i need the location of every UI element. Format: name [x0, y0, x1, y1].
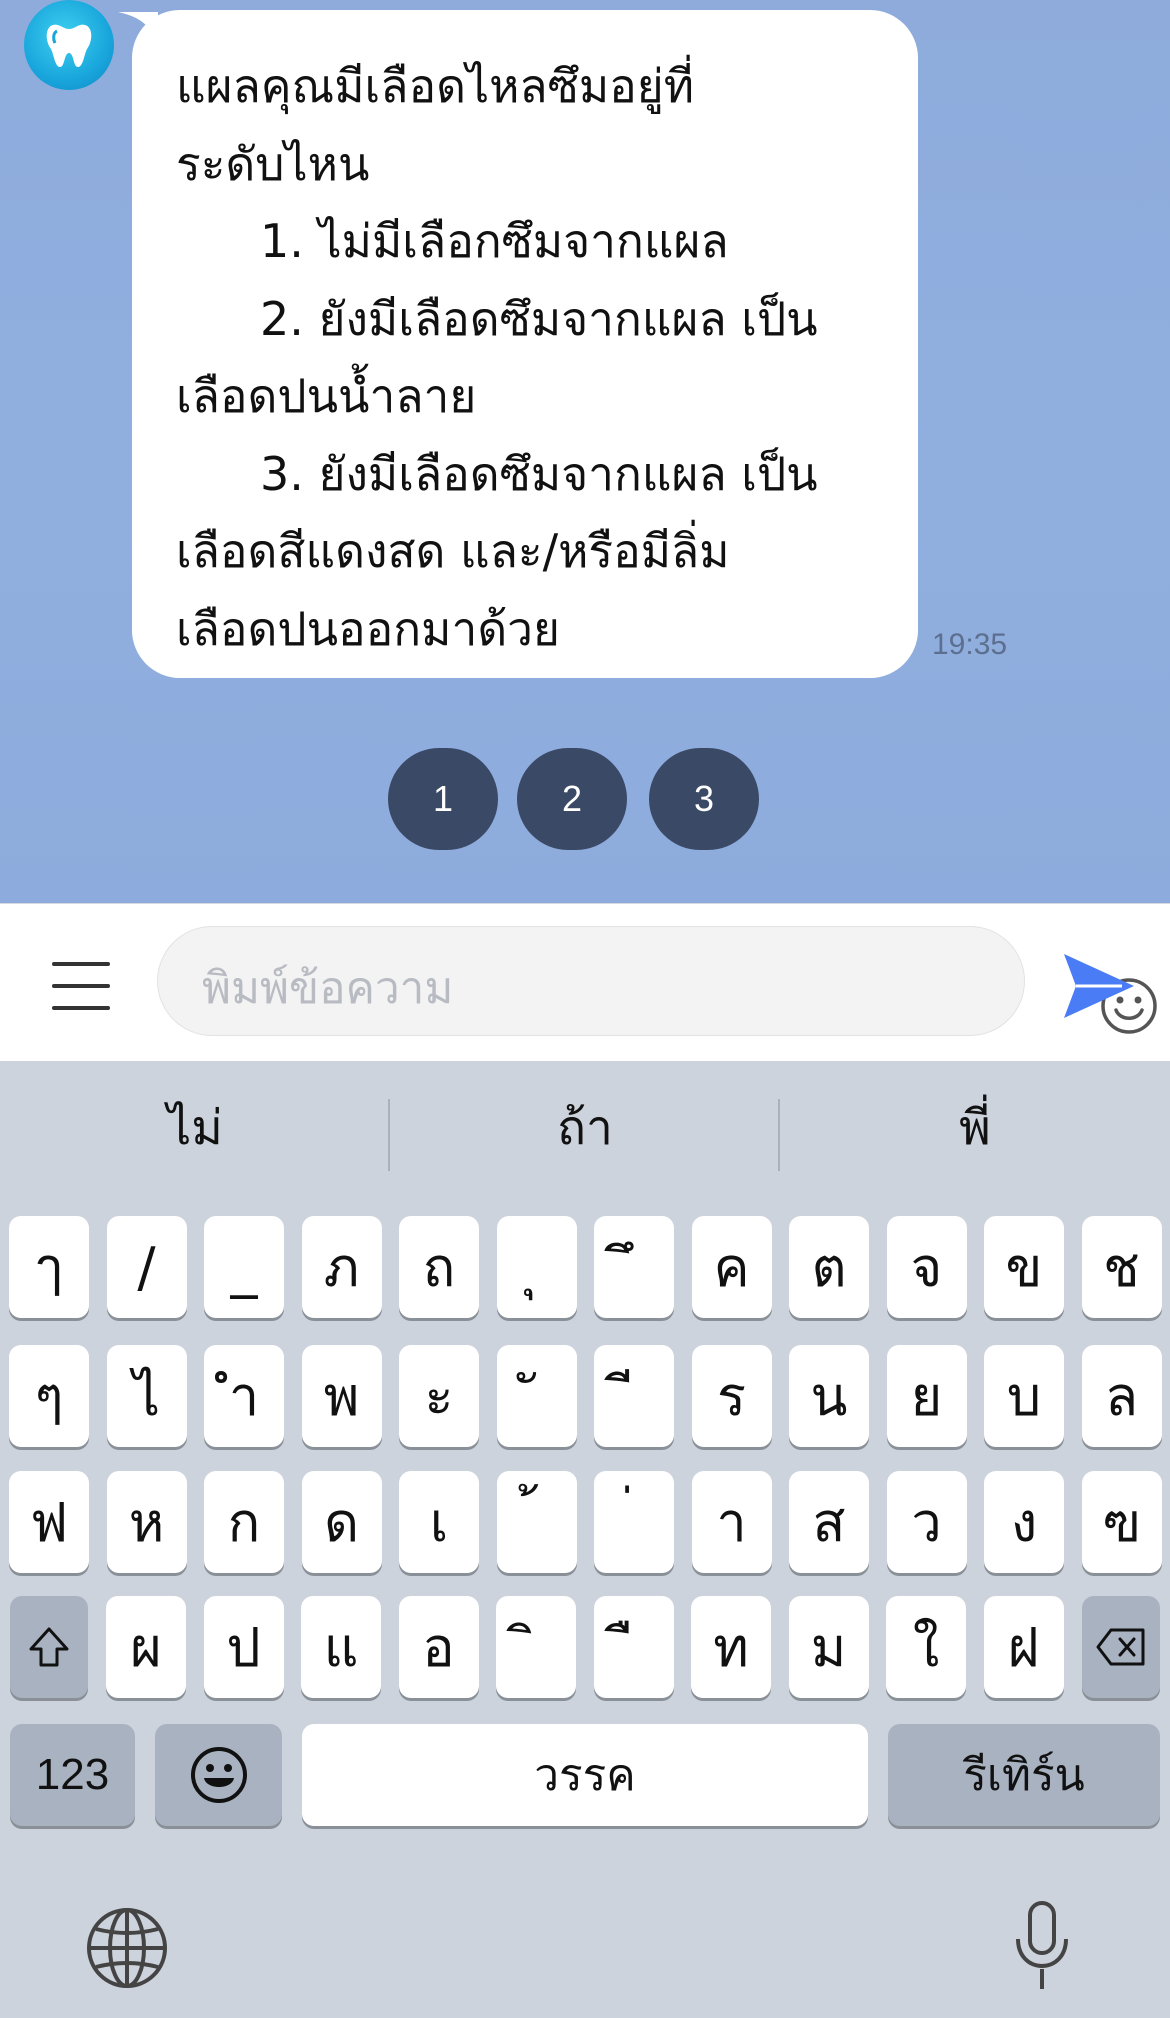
key-row4-8[interactable]: ม [788, 1596, 869, 1698]
key-row4-3[interactable]: แ [301, 1596, 381, 1698]
key-row1-12[interactable]: ช [1081, 1216, 1162, 1318]
microphone-icon[interactable] [1012, 1899, 1072, 1995]
key-row2-6[interactable]: ั [496, 1345, 577, 1447]
message-line: เลือดสีแดงสด และ/หรือมีลิ่ม [176, 524, 730, 578]
key-row1-2[interactable]: / [106, 1216, 187, 1318]
message-line: แผลคุณมีเลือดไหลซึมอยู่ที่ [176, 59, 695, 113]
emoji-face-icon [190, 1747, 247, 1803]
shift-key[interactable] [10, 1596, 88, 1698]
message-line: ระดับไหน [176, 136, 370, 191]
key-row2-1[interactable]: ๆ [9, 1345, 89, 1447]
key-row3-5[interactable]: เ [399, 1471, 479, 1573]
key-row2-10[interactable]: ย [886, 1345, 967, 1447]
key-row1-9[interactable]: ต [789, 1216, 869, 1318]
bot-avatar[interactable] [24, 0, 114, 90]
message-line: 2. ยังมีเลือดซึมจากแผล เป็น [260, 291, 818, 346]
space-key[interactable]: วรรค [302, 1724, 868, 1826]
shift-icon [29, 1627, 69, 1667]
key-row4-2[interactable]: ป [203, 1596, 284, 1698]
suggestion-1[interactable]: ไม่ [0, 1093, 390, 1163]
key-row2-8[interactable]: ร [691, 1345, 772, 1447]
chat-area: แผลคุณมีเลือดไหลซึมอยู่ที่ระดับไหน 1. ไม่… [0, 0, 1170, 903]
key-row4-4[interactable]: อ [398, 1596, 479, 1698]
key-row3-11[interactable]: ง [984, 1471, 1064, 1573]
message-line: 3. ยังมีเลือดซึมจากแผล เป็น [260, 446, 818, 501]
return-key[interactable]: รีเทิร์น [888, 1724, 1160, 1826]
emoji-key[interactable] [155, 1724, 282, 1826]
globe-icon[interactable] [86, 1907, 168, 1989]
key-row2-4[interactable]: พ [301, 1345, 382, 1447]
suggestion-2[interactable]: ถ้า [390, 1093, 780, 1163]
key-row4-6[interactable]: ื [593, 1596, 674, 1698]
message-line: 1. ไม่มีเลือกซึมจากแผล [260, 214, 729, 268]
key-row2-2[interactable]: ไ [106, 1345, 187, 1447]
key-row2-12[interactable]: ล [1081, 1345, 1162, 1447]
key-row1-5[interactable]: ถ [399, 1216, 479, 1318]
key-row3-8[interactable]: า [691, 1471, 772, 1573]
key-row2-9[interactable]: น [789, 1345, 869, 1447]
quick-reply-2[interactable]: 2 [517, 748, 627, 850]
key-row3-12[interactable]: ฃ [1081, 1471, 1162, 1573]
key-row4-10[interactable]: ฝ [983, 1596, 1064, 1698]
quick-reply-1[interactable]: 1 [388, 748, 498, 850]
key-row3-2[interactable]: ห [106, 1471, 187, 1573]
quick-reply-3[interactable]: 3 [649, 748, 759, 850]
key-row1-1[interactable]: ๅ [9, 1216, 89, 1318]
key-row1-7[interactable]: ึ [594, 1216, 674, 1318]
key-row4-1[interactable]: ผ [106, 1596, 186, 1698]
message-timestamp: 19:35 [932, 628, 1008, 661]
key-row2-7[interactable]: ี [594, 1345, 674, 1447]
message-line: เลือดปนออกมาด้วย [176, 601, 560, 656]
key-row1-4[interactable]: ภ [301, 1216, 382, 1318]
key-row3-3[interactable]: ก [204, 1471, 284, 1573]
key-row4-7[interactable]: ท [691, 1596, 771, 1698]
key-row1-3[interactable]: _ [204, 1216, 284, 1318]
key-row2-3[interactable]: ำ [204, 1345, 284, 1447]
numbers-key[interactable]: 123 [10, 1724, 135, 1826]
key-row2-11[interactable]: บ [984, 1345, 1064, 1447]
tooth-logo-icon [46, 24, 92, 68]
message-line: เลือดปนน้ำลาย [176, 369, 477, 423]
key-row3-1[interactable]: ฟ [9, 1471, 89, 1573]
key-row3-6[interactable]: ้ [496, 1471, 577, 1573]
key-row3-7[interactable]: ่ [594, 1471, 674, 1573]
hamburger-menu-icon[interactable] [52, 962, 110, 1010]
key-row1-8[interactable]: ค [691, 1216, 772, 1318]
backspace-icon [1096, 1628, 1145, 1666]
key-row1-6[interactable]: ุ [496, 1216, 577, 1318]
key-row3-9[interactable]: ส [789, 1471, 869, 1573]
key-row4-9[interactable]: ใ [886, 1596, 966, 1698]
key-row1-11[interactable]: ข [984, 1216, 1064, 1318]
key-row4-5[interactable]: ิ [496, 1596, 576, 1698]
key-row1-10[interactable]: จ [886, 1216, 967, 1318]
message-input-placeholder: พิมพ์ข้อความ [202, 963, 454, 1014]
key-row3-10[interactable]: ว [886, 1471, 967, 1573]
suggestion-3[interactable]: พี่ [780, 1093, 1170, 1163]
key-row2-5[interactable]: ะ [399, 1345, 479, 1447]
thai-keyboard: ไม่ ถ้า พี่ ๅ/_ภถุึคตจขชๆไำพะัีรนยบลฟหกด… [0, 1061, 1170, 2018]
send-arrow-icon[interactable] [1062, 952, 1136, 1020]
key-row3-4[interactable]: ด [301, 1471, 382, 1573]
message-input-bar: พิมพ์ข้อความ [0, 903, 1170, 1061]
message-bubble[interactable]: แผลคุณมีเลือดไหลซึมอยู่ที่ระดับไหน 1. ไม่… [132, 10, 918, 678]
backspace-key[interactable] [1082, 1596, 1160, 1698]
message-input[interactable]: พิมพ์ข้อความ [157, 926, 1157, 1036]
